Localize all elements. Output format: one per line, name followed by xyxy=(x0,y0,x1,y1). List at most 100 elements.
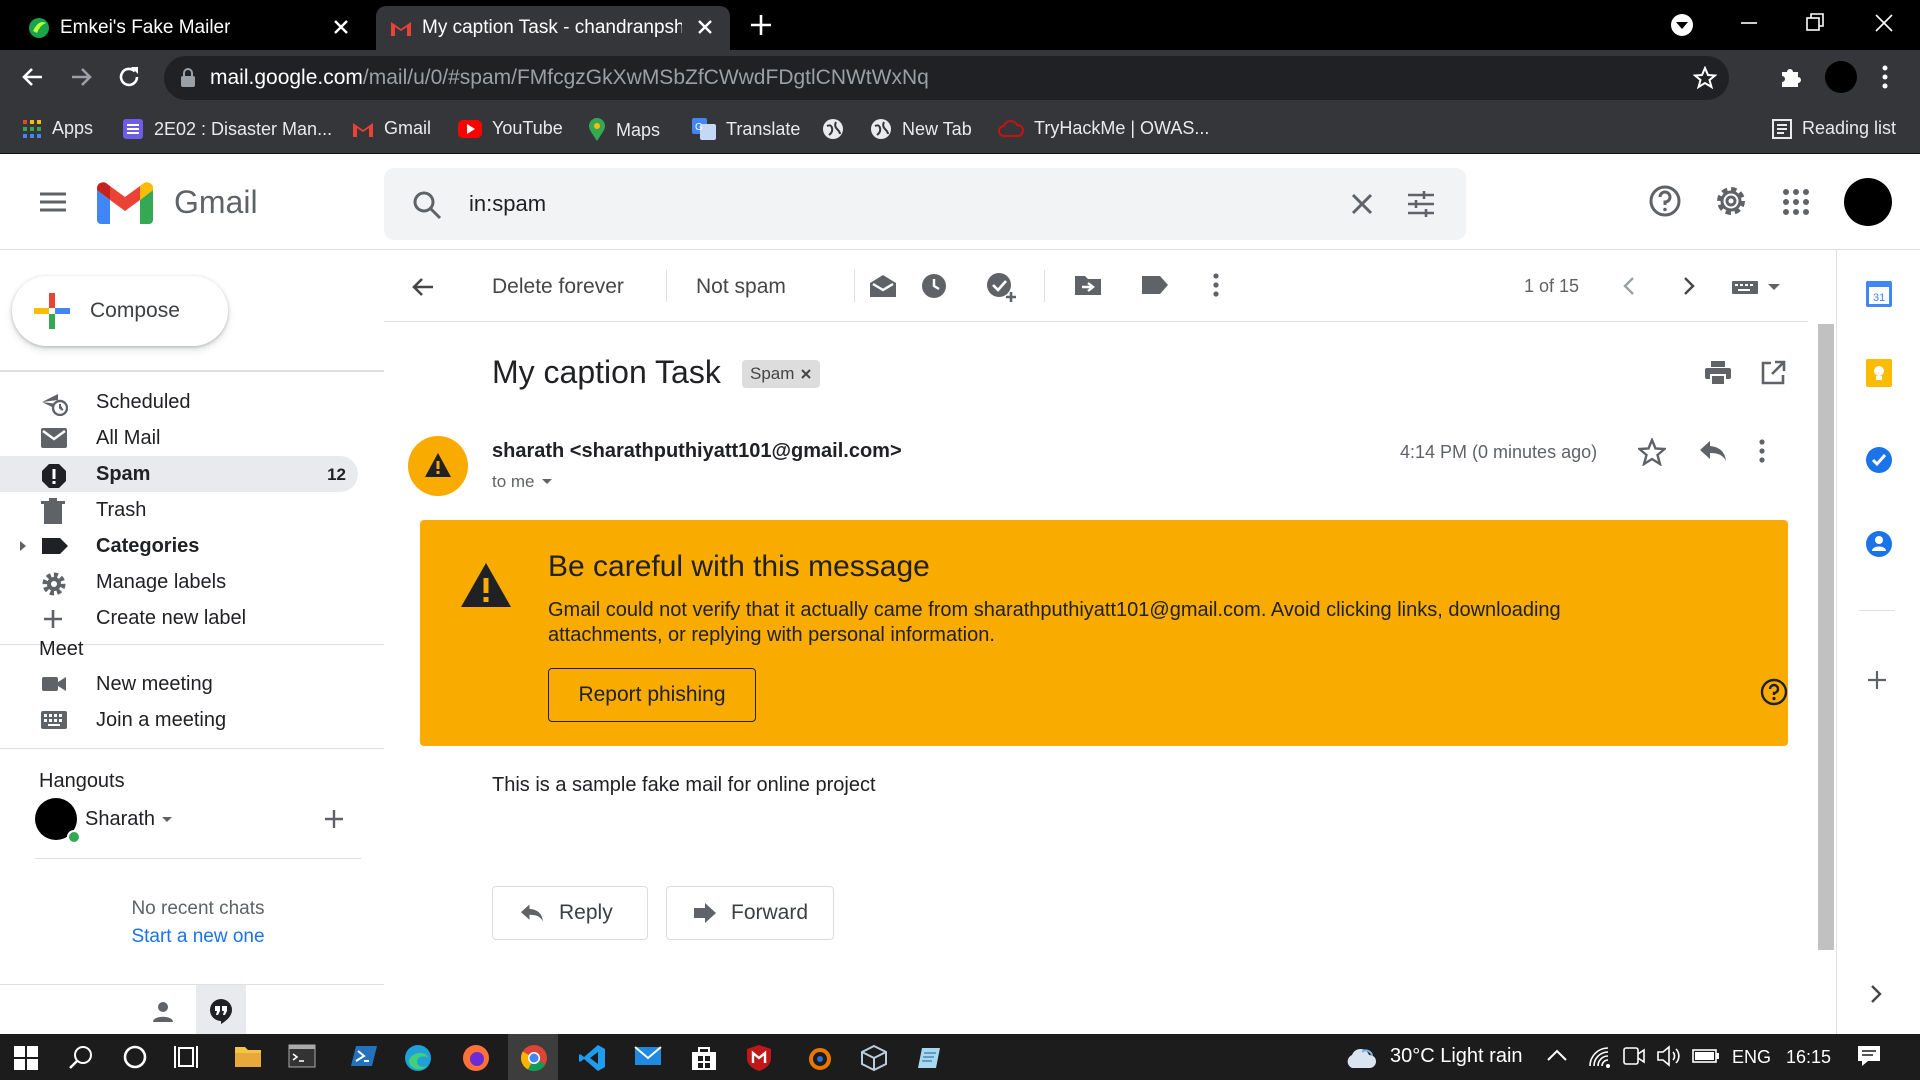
extensions-puzzle-icon[interactable] xyxy=(1778,64,1804,90)
sidebar-item-scheduled[interactable]: Scheduled xyxy=(0,384,358,420)
bookmark-globe[interactable] xyxy=(822,118,854,140)
sender-name-email[interactable]: sharath <sharathputhiyatt101@gmail.com> xyxy=(492,440,902,463)
bookmark-star-icon[interactable] xyxy=(1693,66,1717,90)
cortana-circle-icon[interactable] xyxy=(122,1044,148,1070)
contacts-icon[interactable] xyxy=(1865,530,1893,558)
calendar-icon[interactable]: 31 xyxy=(1865,280,1893,308)
newer-chevron-left-icon[interactable] xyxy=(1622,276,1636,296)
chrome-icon[interactable] xyxy=(520,1044,548,1072)
battery-icon[interactable] xyxy=(1692,1048,1720,1064)
help-icon[interactable] xyxy=(1648,184,1682,218)
new-tab-button[interactable] xyxy=(748,12,774,38)
bookmark-apps[interactable]: Apps xyxy=(22,118,93,139)
bookmark-disaster-man[interactable]: 2E02 : Disaster Man... xyxy=(122,118,332,140)
show-hidden-icons-chevron-icon[interactable] xyxy=(1546,1048,1568,1062)
input-language[interactable]: ENG xyxy=(1732,1047,1771,1068)
bookmark-youtube[interactable]: YouTube xyxy=(458,118,563,139)
back-arrow-icon[interactable] xyxy=(20,64,46,90)
settings-gear-icon[interactable] xyxy=(1714,184,1748,218)
edge-browser-icon[interactable] xyxy=(404,1044,432,1072)
bookmark-tryhackme[interactable]: TryHackMe | OWAS... xyxy=(998,118,1209,139)
sidebar-item-trash[interactable]: Trash xyxy=(0,492,358,528)
sidebar-item-categories[interactable]: Categories xyxy=(0,528,358,564)
more-actions-icon[interactable] xyxy=(1212,272,1220,298)
new-conversation-plus-icon[interactable] xyxy=(323,808,345,830)
search-icon[interactable] xyxy=(68,1044,94,1070)
sidebar-item-all-mail[interactable]: All Mail xyxy=(0,420,358,456)
close-tab-icon[interactable] xyxy=(694,16,716,38)
spam-label-chip[interactable]: Spam xyxy=(742,360,821,388)
taskbar-clock[interactable]: 16:15 xyxy=(1786,1047,1831,1068)
contacts-person-icon[interactable] xyxy=(150,999,176,1025)
forward-button[interactable]: Forward xyxy=(666,886,834,940)
browser-tab-fake-mailer[interactable]: Emkei's Fake Mailer xyxy=(14,6,366,50)
store-icon[interactable] xyxy=(690,1044,718,1072)
account-avatar[interactable] xyxy=(1844,178,1892,226)
open-in-new-window-icon[interactable] xyxy=(1760,360,1786,386)
move-to-folder-icon[interactable] xyxy=(1074,272,1102,298)
reply-arrow-icon[interactable] xyxy=(1698,438,1728,464)
sidebar-item-new-meeting[interactable]: New meeting xyxy=(0,666,358,702)
mark-unread-envelope-icon[interactable] xyxy=(868,272,898,300)
wifi-icon[interactable] xyxy=(1588,1046,1612,1068)
expand-arrow-icon[interactable] xyxy=(18,540,28,552)
reply-button[interactable]: Reply xyxy=(492,886,648,940)
virtual-box-icon[interactable] xyxy=(860,1044,888,1072)
add-to-tasks-icon[interactable] xyxy=(986,272,1018,302)
mail-app-icon[interactable] xyxy=(634,1044,662,1068)
report-phishing-button[interactable]: Report phishing xyxy=(548,668,756,722)
show-side-panel-chevron-icon[interactable] xyxy=(1869,984,1883,1004)
minimize-window-icon[interactable] xyxy=(1738,8,1760,38)
reload-icon[interactable] xyxy=(116,64,142,90)
sidebar-item-manage-labels[interactable]: Manage labels xyxy=(0,564,358,600)
bookmark-gmail[interactable]: Gmail xyxy=(352,118,431,139)
close-tab-icon[interactable] xyxy=(330,16,352,38)
message-more-options-icon[interactable] xyxy=(1758,438,1766,464)
file-explorer-icon[interactable] xyxy=(234,1044,262,1070)
hangouts-user[interactable]: Sharath xyxy=(35,798,355,844)
input-tools-keyboard-icon[interactable] xyxy=(1730,278,1782,296)
remove-label-close-icon[interactable] xyxy=(800,368,812,380)
message-scrollbar[interactable] xyxy=(1818,324,1834,950)
print-icon[interactable] xyxy=(1704,360,1732,386)
search-input[interactable]: in:spam xyxy=(469,191,546,217)
notifications-icon[interactable] xyxy=(1856,1044,1882,1068)
help-icon[interactable] xyxy=(1760,678,1788,706)
forward-arrow-icon[interactable] xyxy=(68,64,94,90)
not-spam-button[interactable]: Not spam xyxy=(696,275,786,299)
label-tag-icon[interactable] xyxy=(1140,272,1170,298)
tab-search-icon[interactable] xyxy=(1670,10,1694,40)
hangouts-tab-button[interactable] xyxy=(196,985,246,1035)
search-icon[interactable] xyxy=(412,190,442,220)
get-addons-plus-icon[interactable] xyxy=(1865,668,1889,692)
search-options-icon[interactable] xyxy=(1406,190,1436,218)
meet-now-icon[interactable] xyxy=(1622,1044,1646,1068)
sidebar-item-spam[interactable]: Spam 12 xyxy=(0,456,358,492)
weather-cloud-icon[interactable] xyxy=(1344,1046,1376,1070)
keep-notes-icon[interactable] xyxy=(1865,358,1893,388)
tasks-icon[interactable] xyxy=(1865,446,1893,474)
sidebar-item-create-label[interactable]: Create new label xyxy=(0,600,358,636)
bookmark-translate[interactable]: G Translate xyxy=(692,118,800,140)
google-apps-icon[interactable] xyxy=(1782,188,1810,216)
clear-search-icon[interactable] xyxy=(1348,190,1376,218)
bookmark-new-tab[interactable]: New Tab xyxy=(870,118,972,140)
profile-avatar[interactable] xyxy=(1824,60,1858,94)
main-menu-icon[interactable] xyxy=(38,190,68,214)
snooze-clock-icon[interactable] xyxy=(920,272,948,300)
browser-tab-gmail[interactable]: My caption Task - chandranpsharathputhiy… xyxy=(376,6,730,50)
chevron-down-icon[interactable] xyxy=(161,816,173,824)
compose-button[interactable]: Compose xyxy=(12,276,228,346)
back-to-list-arrow-icon[interactable] xyxy=(410,274,436,300)
older-chevron-right-icon[interactable] xyxy=(1682,276,1696,296)
reading-list-button[interactable]: Reading list xyxy=(1772,118,1896,139)
task-view-icon[interactable] xyxy=(174,1044,202,1070)
close-window-icon[interactable] xyxy=(1872,8,1896,38)
notes-app-icon[interactable] xyxy=(916,1044,944,1072)
terminal-icon[interactable] xyxy=(288,1044,316,1068)
bookmark-maps[interactable]: Maps xyxy=(588,118,660,142)
start-new-chat-link[interactable]: Start a new one xyxy=(0,926,396,948)
restore-window-icon[interactable] xyxy=(1804,8,1826,38)
delete-forever-button[interactable]: Delete forever xyxy=(492,275,624,299)
vscode-icon[interactable] xyxy=(578,1044,606,1072)
